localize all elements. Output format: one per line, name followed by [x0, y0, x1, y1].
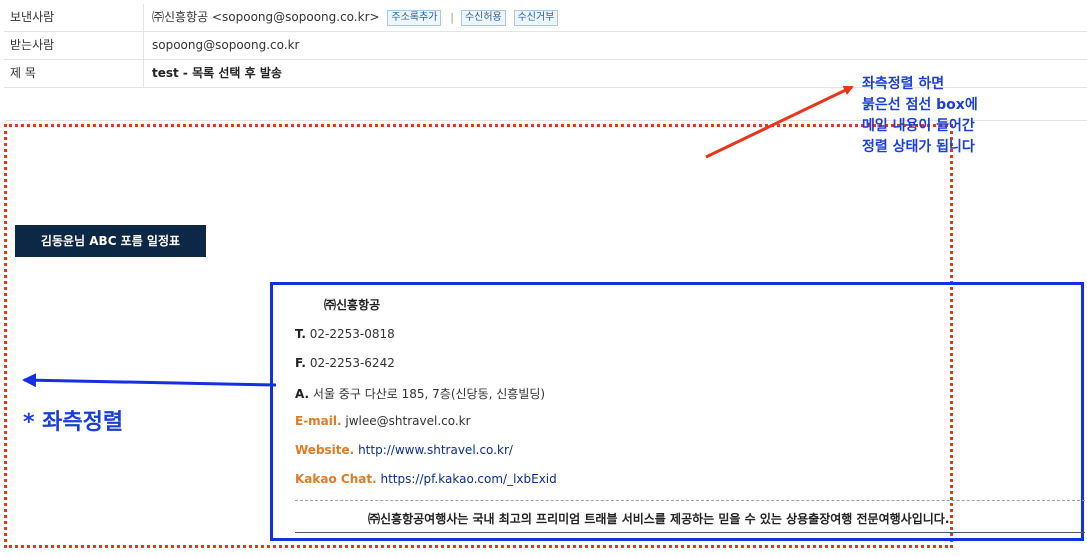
annotation-arrows [22, 85, 854, 388]
red-arrow-icon [705, 85, 854, 159]
blue-arrow-icon [22, 373, 277, 388]
